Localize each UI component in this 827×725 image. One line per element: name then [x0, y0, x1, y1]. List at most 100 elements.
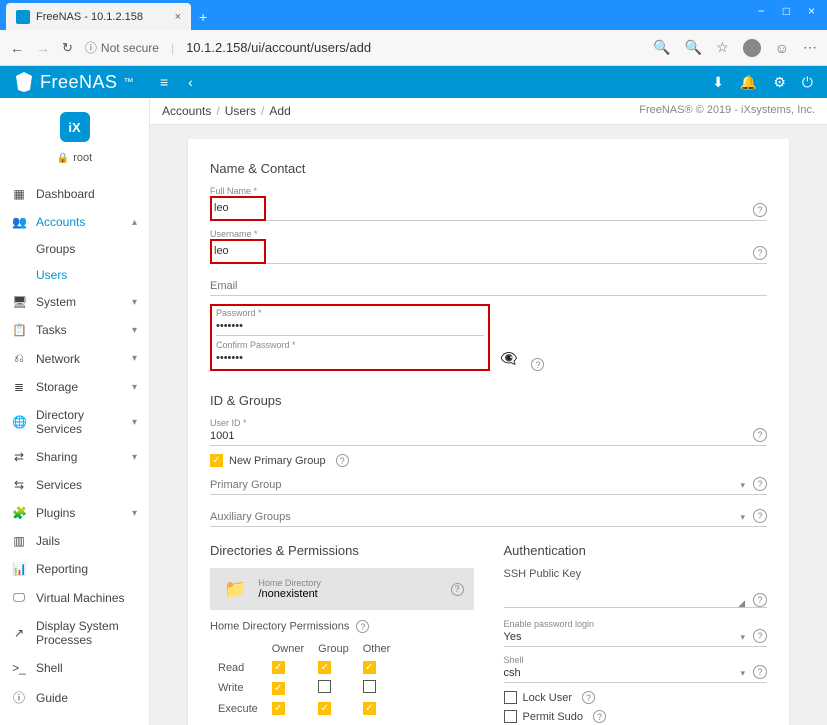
sidebar-item-virtual-machines[interactable]: 🖵Virtual Machines — [0, 583, 149, 612]
breadcrumb: Accounts / Users / Add FreeNAS® © 2019 -… — [150, 98, 827, 125]
current-user[interactable]: 🔒 root — [57, 152, 92, 164]
sidebar-item-plugins[interactable]: 🧩Plugins▾ — [0, 499, 149, 527]
help-icon[interactable]: ? — [753, 629, 767, 643]
auxiliary-groups-select[interactable] — [210, 509, 767, 527]
favorite-icon[interactable]: ☆ — [716, 39, 729, 56]
sidebar-item-display-system-processes[interactable]: ↗Display System Processes — [0, 612, 149, 654]
zoom-out-icon[interactable]: 🔍 — [653, 39, 670, 56]
home-directory-box[interactable]: 📁 Home Directory /nonexistent ? — [210, 568, 474, 610]
back-icon[interactable]: ‹ — [178, 74, 203, 90]
help-icon[interactable]: ? — [451, 583, 464, 596]
sidebar-item-system[interactable]: 🖥System▾ — [0, 288, 149, 316]
chevron-icon: ▴ — [132, 217, 137, 228]
favicon — [16, 10, 30, 24]
sidebar-item-reporting[interactable]: 📊Reporting — [0, 555, 149, 583]
security-indicator[interactable]: ⓘ Not secure — [85, 39, 159, 56]
help-icon[interactable]: ? — [753, 203, 767, 217]
help-icon[interactable]: ? — [753, 665, 767, 679]
menu-icon: ⓘ — [12, 689, 26, 706]
forward-button[interactable]: → — [36, 40, 50, 56]
help-icon[interactable]: ? — [753, 477, 767, 491]
full-name-input[interactable] — [214, 200, 262, 217]
sidebar-item-network[interactable]: ⎌Network▾ — [0, 344, 149, 373]
perm-read-group[interactable]: ✓ — [318, 661, 331, 674]
help-icon[interactable]: ? — [753, 593, 767, 607]
help-icon[interactable]: ? — [356, 620, 369, 633]
notifications-icon[interactable]: 🔔 — [740, 74, 757, 91]
primary-group-select[interactable] — [210, 477, 767, 495]
username-input[interactable] — [214, 243, 262, 260]
perm-exec-group[interactable]: ✓ — [318, 702, 331, 715]
ssh-key-input[interactable] — [504, 586, 768, 608]
chevron-down-icon: ▾ — [740, 512, 745, 523]
crumb-users[interactable]: Users — [225, 104, 256, 118]
perm-exec-other[interactable]: ✓ — [363, 702, 376, 715]
sidebar: iX 🔒 root ▦Dashboard👥Accounts▴GroupsUser… — [0, 98, 150, 725]
power-icon[interactable]: ⏻ — [802, 74, 813, 91]
permissions-table: OwnerGroupOther Read✓✓✓ Write✓ Execute✓✓… — [210, 639, 398, 719]
back-button[interactable]: ← — [10, 40, 24, 56]
sidebar-sub-groups[interactable]: Groups — [0, 236, 149, 262]
sidebar-item-sharing[interactable]: ⇄Sharing▾ — [0, 443, 149, 471]
new-tab-button[interactable]: + — [199, 9, 207, 25]
crumb-accounts[interactable]: Accounts — [162, 104, 211, 118]
zoom-in-icon[interactable]: 🔍 — [685, 39, 702, 56]
close-window-icon[interactable]: × — [808, 4, 815, 18]
sidebar-item-guide[interactable]: ⓘGuide — [0, 682, 149, 713]
perm-write-owner[interactable]: ✓ — [272, 682, 285, 695]
perm-read-other[interactable]: ✓ — [363, 661, 376, 674]
sidebar-item-services[interactable]: ⇆Services — [0, 471, 149, 499]
minimize-icon[interactable]: − — [758, 4, 765, 18]
sidebar-item-directory-services[interactable]: 🌐Directory Services▾ — [0, 401, 149, 443]
menu-toggle-icon[interactable]: ≡ — [150, 74, 178, 90]
menu-icon: 🖥 — [12, 295, 26, 309]
perm-read-owner[interactable]: ✓ — [272, 661, 285, 674]
close-icon[interactable]: × — [175, 11, 181, 23]
sidebar-item-jails[interactable]: ▥Jails — [0, 527, 149, 555]
help-icon[interactable]: ? — [593, 710, 606, 723]
help-icon[interactable]: ? — [753, 428, 767, 442]
user-id-input[interactable] — [210, 428, 767, 446]
confirm-password-input[interactable] — [216, 350, 484, 367]
address-bar[interactable]: 10.1.2.158/ui/account/users/add — [186, 40, 641, 55]
shell-select[interactable] — [504, 665, 768, 683]
enable-pw-login-select[interactable] — [504, 629, 768, 647]
menu-icon: ↗ — [12, 626, 26, 640]
feedback-icon[interactable]: ☺ — [775, 40, 789, 56]
help-icon[interactable]: ? — [753, 509, 767, 523]
sidebar-item-storage[interactable]: ≣Storage▾ — [0, 373, 149, 401]
password-input[interactable] — [216, 318, 484, 336]
profile-icon[interactable] — [743, 39, 761, 57]
browser-titlebar: FreeNAS - 10.1.2.158 × + − □ × — [0, 0, 827, 30]
new-primary-group-checkbox[interactable]: ✓ — [210, 454, 223, 467]
sidebar-sub-users[interactable]: Users — [0, 262, 149, 288]
help-icon[interactable]: ? — [582, 691, 595, 704]
copyright: FreeNAS® © 2019 - iXsystems, Inc. — [639, 104, 815, 118]
lock-user-checkbox[interactable] — [504, 691, 517, 704]
sidebar-item-accounts[interactable]: 👥Accounts▴ — [0, 208, 149, 236]
download-icon[interactable]: ⬇ — [712, 74, 724, 91]
browser-toolbar: ← → ↻ ⓘ Not secure | 10.1.2.158/ui/accou… — [0, 30, 827, 66]
chevron-icon: ▾ — [132, 417, 137, 428]
menu-icon: 👥 — [12, 215, 26, 229]
brand[interactable]: FreeNAS™ — [0, 72, 150, 93]
help-icon[interactable]: ? — [753, 246, 767, 260]
more-icon[interactable]: ⋯ — [803, 39, 817, 56]
email-input[interactable] — [210, 278, 767, 296]
sidebar-item-dashboard[interactable]: ▦Dashboard — [0, 180, 149, 208]
perm-exec-owner[interactable]: ✓ — [272, 702, 285, 715]
help-icon[interactable]: ? — [531, 358, 544, 371]
browser-tab[interactable]: FreeNAS - 10.1.2.158 × — [6, 3, 191, 30]
sidebar-item-shell[interactable]: >_Shell — [0, 654, 149, 682]
visibility-off-icon[interactable]: 👁‍🗨 — [500, 350, 517, 371]
sidebar-item-tasks[interactable]: 📋Tasks▾ — [0, 316, 149, 344]
permit-sudo-checkbox[interactable] — [504, 710, 517, 723]
resize-icon[interactable]: ◢ — [738, 598, 745, 609]
help-icon[interactable]: ? — [336, 454, 349, 467]
perm-write-other[interactable] — [363, 680, 376, 693]
reload-button[interactable]: ↻ — [62, 40, 73, 56]
perm-write-group[interactable] — [318, 680, 331, 693]
maximize-icon[interactable]: □ — [783, 4, 790, 18]
lock-icon: 🔒 — [57, 153, 69, 164]
settings-icon[interactable]: ⚙ — [773, 74, 786, 91]
